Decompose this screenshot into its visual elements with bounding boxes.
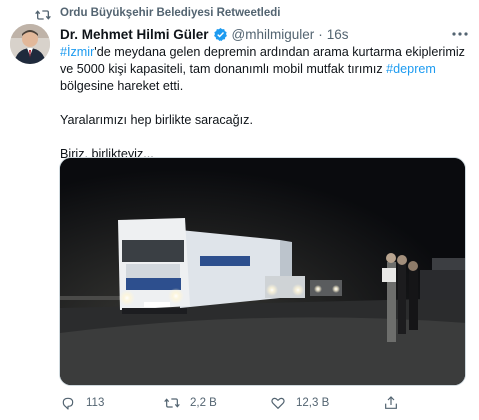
retweet-icon	[35, 10, 51, 20]
more-options-icon[interactable]	[450, 27, 470, 41]
separator-dot: ·	[318, 26, 323, 42]
tweet-paragraph-2: Yaralarımızı hep birlikte saracağız.	[60, 113, 253, 127]
tweet-text: #İzmir'de meydana gelen depremin ardında…	[60, 44, 470, 163]
tweet-photo[interactable]	[59, 157, 466, 386]
retweet-action-icon	[164, 398, 180, 408]
hashtag-izmir[interactable]: #İzmir	[60, 45, 94, 59]
heart-icon	[271, 397, 285, 409]
tweet-paragraph-1: #İzmir'de meydana gelen depremin ardında…	[60, 44, 470, 95]
verified-badge-icon	[213, 27, 227, 41]
tweet-text-tail: bölgesine hareket etti.	[60, 79, 184, 93]
share-icon	[385, 396, 397, 409]
retweet-action[interactable]: 2,2 B	[164, 394, 217, 412]
retweet-count: 2,2 B	[190, 397, 217, 409]
reply-action[interactable]: 113	[60, 394, 104, 412]
retweet-context[interactable]: Ordu Büyükşehir Belediyesi Retweetledi	[60, 7, 281, 19]
like-count: 12,3 B	[296, 397, 330, 409]
timestamp[interactable]: 16s	[327, 27, 349, 42]
tweet-actions: 113 2,2 B 12,3 B	[60, 394, 470, 412]
tweet-card[interactable]: Ordu Büyükşehir Belediyesi Retweetledi D…	[0, 0, 479, 420]
avatar[interactable]	[10, 24, 50, 64]
hashtag-deprem[interactable]: #deprem	[386, 62, 436, 76]
author-row: Dr. Mehmet Hilmi Güler @mhilmiguler · 16…	[60, 25, 349, 43]
reply-icon	[62, 397, 74, 410]
like-action[interactable]: 12,3 B	[270, 394, 329, 412]
author-handle[interactable]: @mhilmiguler	[232, 27, 315, 42]
author-name[interactable]: Dr. Mehmet Hilmi Güler	[60, 27, 209, 42]
share-action[interactable]	[383, 394, 409, 412]
reply-count: 113	[86, 397, 105, 409]
